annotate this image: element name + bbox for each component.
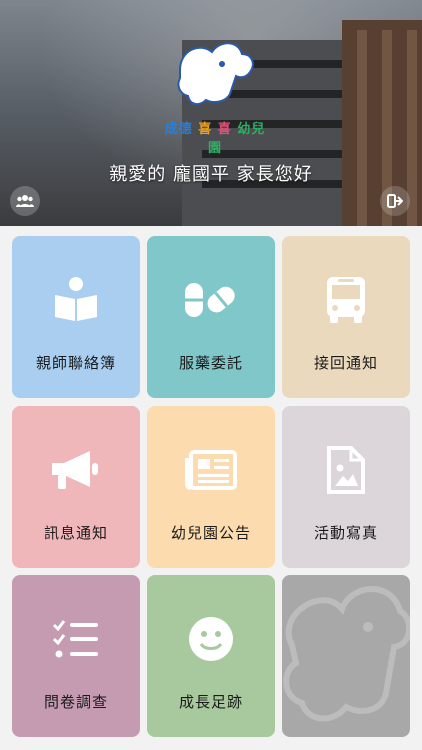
logout-button[interactable]: [380, 186, 410, 216]
book-reader-icon: [55, 277, 97, 321]
tile-label: 訊息通知: [43, 524, 108, 542]
dog-watermark-icon: [283, 586, 410, 722]
people-icon: [16, 195, 34, 207]
newspaper-icon: [185, 450, 237, 490]
tile-pickup[interactable]: 接回通知: [282, 236, 410, 398]
tile-photos[interactable]: 活動寫真: [282, 406, 410, 568]
tile-label: 成長足跡: [178, 693, 243, 711]
tile-messages[interactable]: 訊息通知: [12, 406, 140, 568]
school-name: 成德 喜 喜 幼兒園: [160, 118, 270, 156]
sign-out-icon: [387, 194, 403, 208]
tile-growth[interactable]: 成長足跡: [147, 575, 275, 737]
school-name-part-1: 成德: [164, 122, 193, 137]
tile-announcements[interactable]: 幼兒園公告: [147, 406, 275, 568]
tile-label: 問卷調查: [43, 693, 108, 711]
school-name-part-3: 喜: [217, 122, 232, 137]
tile-label: 接回通知: [313, 354, 378, 372]
tile-label: 幼兒園公告: [170, 524, 251, 542]
tile-label: 服藥委託: [178, 354, 243, 372]
tile-survey[interactable]: 問卷調查: [12, 575, 140, 737]
tile-medicine[interactable]: 服藥委託: [147, 236, 275, 398]
bus-icon: [327, 277, 365, 323]
tile-label: 活動寫真: [313, 524, 378, 542]
header-banner: 成德 喜 喜 幼兒園 親愛的 龐國平 家長您好: [0, 0, 422, 226]
megaphone-icon: [52, 451, 98, 489]
pills-icon: [185, 283, 235, 317]
checklist-icon: [52, 620, 98, 658]
members-button[interactable]: [10, 186, 40, 216]
smile-icon: [189, 617, 233, 661]
tile-decor-dog: [282, 575, 410, 737]
tile-contact-book[interactable]: 親師聯絡簿: [12, 236, 140, 398]
image-file-icon: [327, 446, 365, 494]
greeting-text: 親愛的 龐國平 家長您好: [109, 164, 313, 185]
school-name-part-2: 喜: [198, 122, 213, 137]
school-name-part-4: 幼兒園: [207, 122, 266, 156]
menu-grid: 親師聯絡簿 服藥委託 接回通知 訊息通知 幼兒園公告 活動寫真 問卷調查 成長足…: [12, 236, 410, 740]
tile-label: 親師聯絡簿: [35, 354, 116, 372]
